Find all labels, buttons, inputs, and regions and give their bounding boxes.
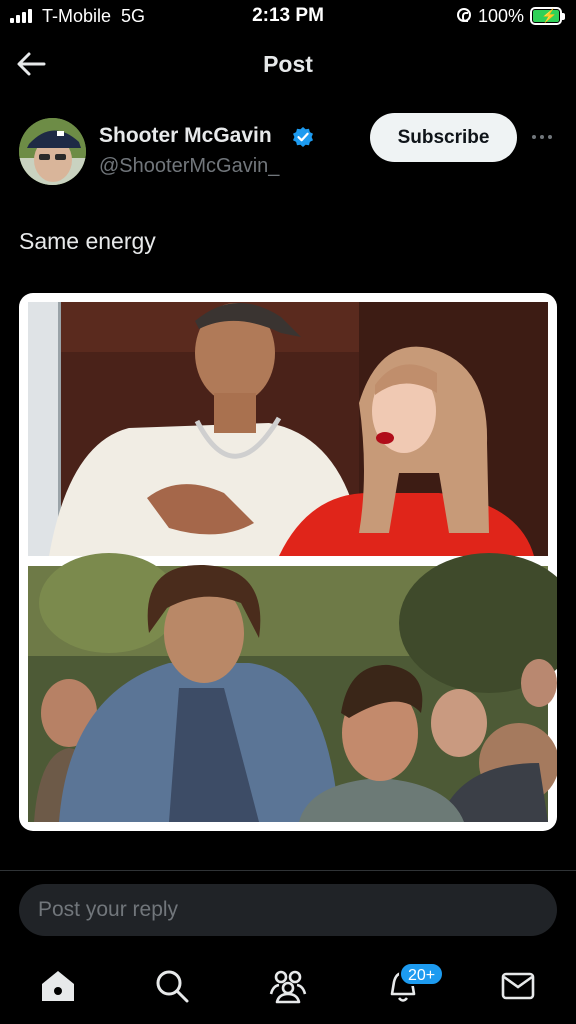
tab-bar [0, 950, 576, 1024]
home-icon [42, 971, 74, 1001]
nav-header: Post [0, 34, 576, 96]
media-photo-top [28, 302, 548, 556]
reply-placeholder: Post your reply [38, 898, 179, 921]
back-button[interactable] [12, 44, 52, 84]
author-name[interactable]: Shooter McGavin [99, 124, 272, 148]
author-handle[interactable]: @ShooterMcGavin_ [99, 155, 279, 178]
avatar[interactable] [19, 118, 86, 185]
tab-search[interactable] [150, 964, 194, 1008]
battery-percent: 100% [478, 6, 525, 26]
post-text: Same energy [19, 228, 156, 254]
subscribe-button[interactable]: Subscribe [370, 113, 517, 162]
divider [0, 870, 576, 871]
reply-input[interactable]: Post your reply [19, 884, 557, 936]
search-icon [156, 970, 189, 1003]
notifications-badge: 20+ [399, 962, 445, 986]
media-photo-bottom [28, 553, 557, 822]
tab-home[interactable] [36, 964, 80, 1008]
post-media[interactable] [19, 293, 557, 831]
battery-charging-icon: ⚡ [530, 7, 565, 25]
page-title: Post [263, 51, 313, 77]
status-bar: T-Mobile 5G 2:13 PM 100% ⚡ [0, 0, 576, 34]
tab-messages[interactable] [496, 964, 540, 1008]
location-icon [457, 8, 471, 22]
more-options-icon[interactable] [530, 127, 556, 147]
tab-communities[interactable] [266, 964, 310, 1008]
verified-badge-icon [293, 127, 313, 147]
arrow-left-icon [17, 52, 46, 76]
communities-icon [269, 970, 307, 1004]
messages-icon [501, 972, 535, 1000]
